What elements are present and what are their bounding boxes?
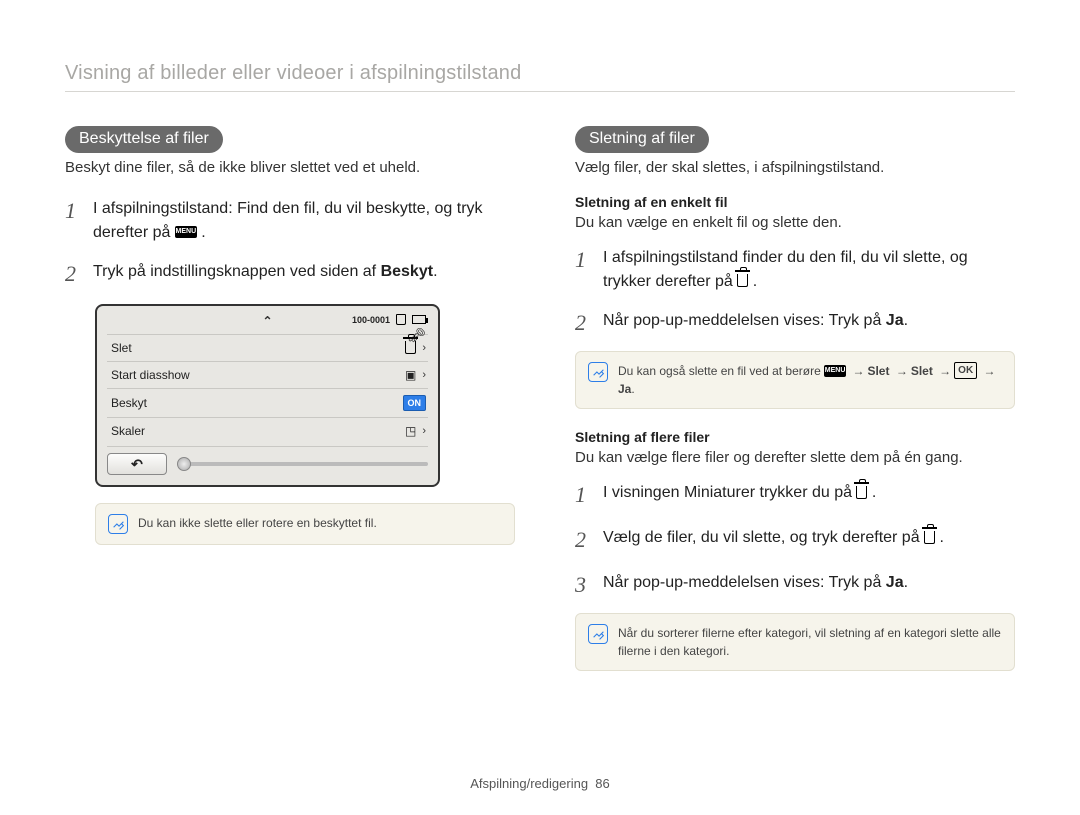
file-number: 100-0001 — [352, 315, 390, 325]
multi-delete-step-3: 3 Når pop-up-meddelelsen vises: Tryk på … — [575, 568, 1015, 601]
multi-delete-step-1: 1 I visningen Miniaturer trykker du på . — [575, 478, 1015, 511]
trash-icon — [856, 486, 867, 499]
subhead-multi-delete: Sletning af flere filer — [575, 429, 1015, 445]
delete-intro: Vælg filer, der skal slettes, i afspilni… — [575, 159, 1015, 176]
menu-icon: MENU — [824, 365, 846, 377]
note-delete-alt: Du kan også slette en fil ved at berøre … — [575, 351, 1015, 409]
subhead-single-delete: Sletning af en enkelt fil — [575, 194, 1015, 210]
note-text: Når du sorterer filerne efter kategori, … — [618, 624, 1002, 660]
chevron-right-icon: › — [422, 425, 426, 437]
section-pill-protect: Beskyttelse af filer — [65, 126, 223, 153]
trash-icon — [737, 274, 748, 287]
sd-card-icon — [396, 314, 406, 325]
chevron-right-icon: › — [422, 369, 426, 381]
note-icon — [588, 624, 608, 644]
protect-step-2: 2 Tryk på indstillingsknappen ved siden … — [65, 257, 515, 290]
resize-icon: ◳ — [405, 424, 416, 438]
menu-item-beskyt[interactable]: Beskyt ON — [107, 388, 428, 417]
on-toggle[interactable]: ON — [403, 395, 427, 411]
single-delete-intro: Du kan vælge en enkelt fil og slette den… — [575, 214, 1015, 231]
multi-delete-intro: Du kan vælge flere filer og derefter sle… — [575, 449, 1015, 466]
battery-icon — [412, 315, 426, 324]
protect-intro: Beskyt dine filer, så de ikke bliver sle… — [65, 159, 515, 176]
slider-thumb[interactable] — [177, 457, 191, 471]
slider[interactable] — [177, 462, 428, 466]
note-icon — [588, 362, 608, 382]
page-title: Visning af billeder eller videoer i afsp… — [65, 62, 1015, 92]
menu-item-skaler[interactable]: Skaler ◳› — [107, 417, 428, 444]
note-text: Du kan også slette en fil ved at berøre … — [618, 362, 1002, 398]
chevron-up-icon: ⌃ — [262, 314, 272, 328]
menu-item-diasshow[interactable]: Start diasshow ▣› — [107, 361, 428, 388]
menu-icon: MENU — [175, 226, 197, 238]
page-footer: Afspilning/redigering 86 — [0, 776, 1080, 791]
slideshow-icon: ▣ — [405, 368, 416, 382]
ok-icon: OK — [954, 362, 977, 379]
single-delete-step-2: 2 Når pop-up-meddelelsen vises: Tryk på … — [575, 306, 1015, 339]
step-number: 1 — [65, 194, 83, 245]
note-text: Du kan ikke slette eller rotere en besky… — [138, 514, 377, 532]
lock-icon: 🗝 — [407, 327, 427, 344]
note-protect: Du kan ikke slette eller rotere en besky… — [95, 503, 515, 545]
trash-icon — [924, 531, 935, 544]
single-delete-step-1: 1 I afspilningstilstand finder du den fi… — [575, 243, 1015, 294]
note-icon — [108, 514, 128, 534]
back-button[interactable]: ↶ — [107, 453, 167, 475]
note-category-delete: Når du sorterer filerne efter kategori, … — [575, 613, 1015, 671]
protect-step-1: 1 I afspilningstilstand: Find den fil, d… — [65, 194, 515, 245]
step-number: 2 — [65, 257, 83, 290]
section-pill-delete: Sletning af filer — [575, 126, 709, 153]
camera-screen-illustration: ⌃ 100-0001 🗝 Slet › Start diasshow ▣› Be… — [95, 304, 440, 487]
multi-delete-step-2: 2 Vælg de filer, du vil slette, og tryk … — [575, 523, 1015, 556]
